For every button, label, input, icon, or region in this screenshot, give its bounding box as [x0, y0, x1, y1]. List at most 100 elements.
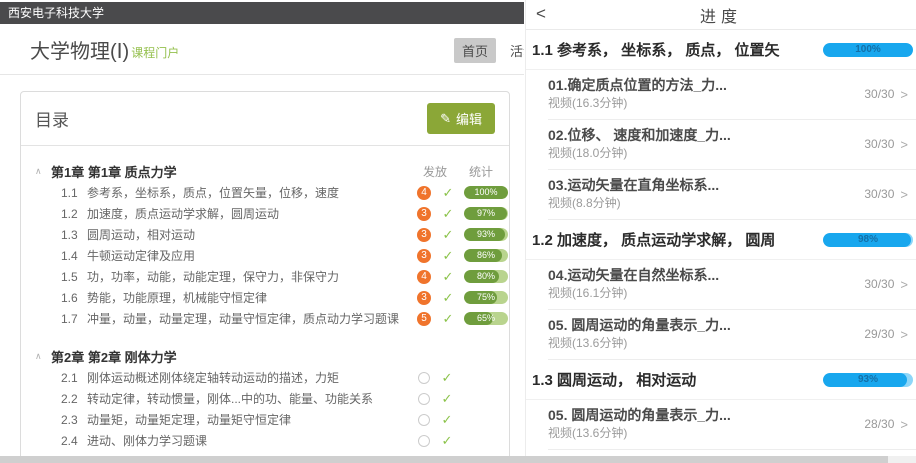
catalog-item-1-1[interactable]: 1.1 参考系，坐标系，质点，位置矢量，位移，速度 4 ✓ 100%	[35, 182, 504, 203]
course-title: 大学物理(Ⅰ)	[30, 35, 129, 64]
check-icon: ✓	[441, 185, 455, 201]
section-progress-value: 100%	[823, 43, 913, 57]
section-title: 1.2 加速度， 质点运动学求解， 圆周	[532, 229, 775, 250]
catalog-item-1-2[interactable]: 1.2 加速度，质点运动学求解，圆周运动 3 ✓ 97%	[35, 203, 504, 224]
lesson-score: 28/30	[864, 417, 894, 431]
item-number: 1.6	[61, 291, 87, 305]
item-number: 2.2	[61, 392, 87, 406]
progress-value: 97%	[464, 207, 508, 220]
lesson-title: 02.位移、 速度和加速度_力...	[548, 127, 731, 144]
section-header[interactable]: 1.2 加速度， 质点运动学求解， 圆周 98%	[526, 220, 916, 260]
catalog-item-1-4[interactable]: 1.4 牛顿运动定律及应用 3 ✓ 86%	[35, 245, 504, 266]
lesson-meta: 视频(13.6分钟)	[548, 426, 731, 441]
lesson-title: 05. 圆周运动的角量表示_力...	[548, 317, 731, 334]
chevron-right-icon: >	[900, 277, 908, 292]
progress-section-1-2: 1.2 加速度， 质点运动学求解， 圆周 98% 04.运动矢量在自然坐标系..…	[526, 220, 916, 360]
progress-value: 86%	[464, 249, 508, 262]
progress-panel-title: 进度	[700, 3, 742, 27]
collapse-icon[interactable]: ∧	[35, 166, 51, 177]
lesson-score: 29/30	[864, 327, 894, 341]
catalog-item-2-3[interactable]: 2.3 动量矩，动量矩定理，动量矩守恒定律 ✓	[35, 409, 504, 430]
section-progress-pill: 93%	[823, 373, 913, 387]
horizontal-scrollbar[interactable]	[0, 456, 916, 463]
course-header: 大学物理(Ⅰ) 课程门户 首页 活动	[0, 24, 524, 75]
lesson-item[interactable]: 05. 圆周运动的角量表示_力... 视频(13.6分钟) 29/30 >	[548, 310, 916, 360]
check-icon: ✓	[441, 311, 455, 327]
column-headers: 发放 统计	[412, 163, 504, 180]
release-count-badge: 4	[417, 186, 431, 200]
item-number: 1.2	[61, 207, 87, 221]
item-title: 进动、刚体力学习题课	[87, 432, 207, 449]
item-number: 1.1	[61, 186, 87, 200]
item-title: 牛顿运动定律及应用	[87, 247, 195, 264]
item-number: 1.4	[61, 249, 87, 263]
lesson-item[interactable]: 05. 圆周运动的角量表示_力... 视频(13.6分钟) 28/30 >	[548, 400, 916, 450]
section-progress-pill: 100%	[823, 43, 913, 57]
progress-pill: 93%	[464, 228, 508, 241]
catalog-title: 目录	[35, 106, 69, 131]
chapter-title: 第2章 第2章 刚体力学	[51, 347, 177, 366]
progress-panel-header: < 进度	[526, 0, 916, 30]
item-title: 功，功率，动能，动能定理，保守力，非保守力	[87, 268, 339, 285]
section-header[interactable]: 1.3 圆周运动， 相对运动 93%	[526, 360, 916, 400]
progress-pill: 65%	[464, 312, 508, 325]
catalog-item-2-1[interactable]: 2.1 刚体运动概述刚体绕定轴转动运动的描述，力矩 ✓	[35, 367, 504, 388]
release-count-badge: 3	[417, 207, 431, 221]
check-icon: ✓	[441, 269, 455, 285]
item-number: 2.1	[61, 371, 87, 385]
lesson-meta: 视频(16.1分钟)	[548, 286, 719, 301]
item-number: 1.5	[61, 270, 87, 284]
edit-button[interactable]: ✎ 编辑	[427, 103, 495, 134]
section-progress-pill: 98%	[823, 233, 913, 247]
column-stats: 统计	[458, 163, 504, 180]
catalog-item-2-4[interactable]: 2.4 进动、刚体力学习题课 ✓	[35, 430, 504, 451]
item-title: 势能，功能原理，机械能守恒定律	[87, 289, 267, 306]
item-number: 1.3	[61, 228, 87, 242]
lesson-item[interactable]: 02.位移、 速度和加速度_力... 视频(18.0分钟) 30/30 >	[548, 120, 916, 170]
catalog-item-1-5[interactable]: 1.5 功，功率，动能，动能定理，保守力，非保守力 4 ✓ 80%	[35, 266, 504, 287]
section-title: 1.1 参考系， 坐标系， 质点， 位置矢	[532, 39, 780, 60]
lesson-meta: 视频(16.3分钟)	[548, 96, 727, 111]
item-title: 刚体运动概述刚体绕定轴转动运动的描述，力矩	[87, 369, 339, 386]
check-icon: ✓	[441, 290, 455, 306]
course-portal-label: 课程门户	[131, 44, 179, 61]
tab-home[interactable]: 首页	[454, 38, 496, 63]
item-title: 圆周运动，相对运动	[87, 226, 195, 243]
progress-value: 75%	[464, 291, 508, 304]
catalog-item-1-7[interactable]: 1.7 冲量，动量，动量定理，动量守恒定律，质点动力学习题课 5 ✓ 65%	[35, 308, 504, 329]
collapse-icon[interactable]: ∧	[35, 351, 51, 362]
progress-value: 65%	[464, 312, 508, 325]
pencil-icon: ✎	[440, 111, 451, 127]
lesson-item[interactable]: 03.运动矢量在直角坐标系... 视频(8.8分钟) 30/30 >	[548, 170, 916, 220]
check-icon: ✓	[440, 370, 454, 386]
item-title: 参考系，坐标系，质点，位置矢量，位移，速度	[87, 184, 339, 201]
catalog-card-header: 目录 ✎ 编辑	[21, 92, 509, 146]
check-icon: ✓	[441, 227, 455, 243]
item-title: 加速度，质点运动学求解，圆周运动	[87, 205, 279, 222]
item-title: 冲量，动量，动量定理，动量守恒定律，质点动力学习题课	[87, 310, 399, 327]
chevron-right-icon: >	[900, 327, 908, 342]
lesson-score: 30/30	[864, 137, 894, 151]
catalog-item-2-2[interactable]: 2.2 转动定律，转动惯量，刚体...中的功、能量、功能关系 ✓	[35, 388, 504, 409]
chapter-title: 第1章 第1章 质点力学	[51, 162, 177, 181]
progress-value: 93%	[464, 228, 508, 241]
scrollbar-thumb[interactable]	[0, 456, 888, 463]
chevron-right-icon: >	[900, 137, 908, 152]
chevron-right-icon: >	[900, 417, 908, 432]
lesson-item[interactable]: 04.运动矢量在自然坐标系... 视频(16.1分钟) 30/30 >	[548, 260, 916, 310]
check-icon: ✓	[441, 206, 455, 222]
catalog-item-1-3[interactable]: 1.3 圆周运动，相对运动 3 ✓ 93%	[35, 224, 504, 245]
progress-section-1-1: 1.1 参考系， 坐标系， 质点， 位置矢 100% 01.确定质点位置的方法_…	[526, 30, 916, 220]
item-number: 2.3	[61, 413, 87, 427]
catalog-item-1-6[interactable]: 1.6 势能，功能原理，机械能守恒定律 3 ✓ 75%	[35, 287, 504, 308]
tab-activity[interactable]: 活动	[510, 41, 524, 60]
back-icon[interactable]: <	[536, 4, 546, 24]
item-title: 转动定律，转动惯量，刚体...中的功、能量、功能关系	[87, 390, 373, 407]
lesson-title: 05. 圆周运动的角量表示_力...	[548, 407, 731, 424]
chapter-2-header[interactable]: ∧ 第2章 第2章 刚体力学	[35, 345, 504, 367]
course-portal-window: 西安电子科技大学 大学物理(Ⅰ) 课程门户 首页 活动 目录 ✎ 编辑 ∧ 第1…	[0, 0, 524, 463]
section-header[interactable]: 1.1 参考系， 坐标系， 质点， 位置矢 100%	[526, 30, 916, 70]
lesson-score: 30/30	[864, 187, 894, 201]
lesson-item[interactable]: 01.确定质点位置的方法_力... 视频(16.3分钟) 30/30 >	[548, 70, 916, 120]
chapter-1-header[interactable]: ∧ 第1章 第1章 质点力学 发放 统计	[35, 160, 504, 182]
